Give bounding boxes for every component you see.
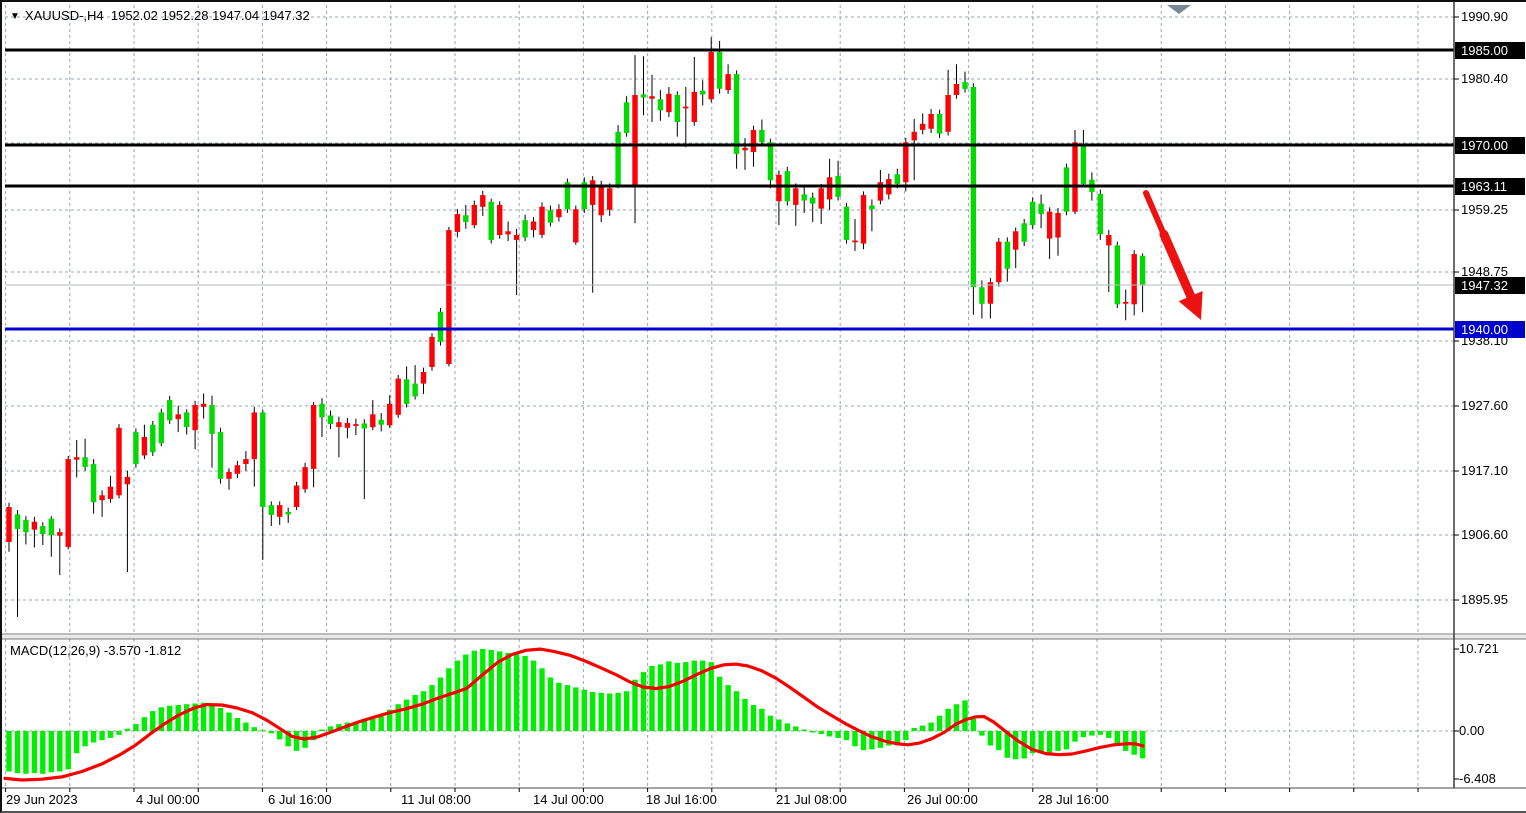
price-badge: 1985.00 xyxy=(1455,42,1525,59)
time-label: 26 Jul 00:00 xyxy=(907,792,978,807)
price-label: 1917.10 xyxy=(1461,463,1526,479)
symbol-dropdown-icon[interactable]: ▼ xyxy=(10,11,20,22)
price-label: 1980.40 xyxy=(1461,71,1526,87)
time-label: 4 Jul 00:00 xyxy=(136,792,200,807)
time-label: 18 Jul 16:00 xyxy=(646,792,717,807)
price-label: 1895.95 xyxy=(1461,592,1526,608)
price-badge: 1963.11 xyxy=(1455,178,1525,195)
price-badge: 1970.00 xyxy=(1455,137,1525,154)
chart-title-text: XAUUSD-,H4 1952.02 1952.28 1947.04 1947.… xyxy=(25,8,310,23)
time-label: 14 Jul 00:00 xyxy=(533,792,604,807)
macd-indicator-label: MACD(12,26,9) -3.570 -1.812 xyxy=(10,643,181,658)
price-badge: 1947.32 xyxy=(1455,277,1525,294)
price-badge: 1940.00 xyxy=(1455,321,1525,338)
chart-title: ▼ XAUUSD-,H4 1952.02 1952.28 1947.04 1947… xyxy=(10,8,310,23)
price-label: 1906.60 xyxy=(1461,527,1526,543)
macd-axis-label: -6.408 xyxy=(1459,771,1525,787)
time-label: 29 Jun 2023 xyxy=(6,792,78,807)
macd-axis-label: 10.721 xyxy=(1459,641,1525,657)
time-label: 6 Jul 16:00 xyxy=(268,792,332,807)
chart-canvas[interactable] xyxy=(2,2,1526,813)
price-label: 1990.90 xyxy=(1461,9,1526,25)
price-label: 1927.60 xyxy=(1461,398,1526,414)
macd-axis-label: 0.00 xyxy=(1459,723,1525,739)
price-label: 1959.25 xyxy=(1461,202,1526,218)
time-label: 11 Jul 08:00 xyxy=(401,792,471,807)
chart-window: ▼ XAUUSD-,H4 1952.02 1952.28 1947.04 1947… xyxy=(0,0,1526,813)
time-label: 21 Jul 08:00 xyxy=(776,792,847,807)
time-label: 28 Jul 16:00 xyxy=(1038,792,1109,807)
